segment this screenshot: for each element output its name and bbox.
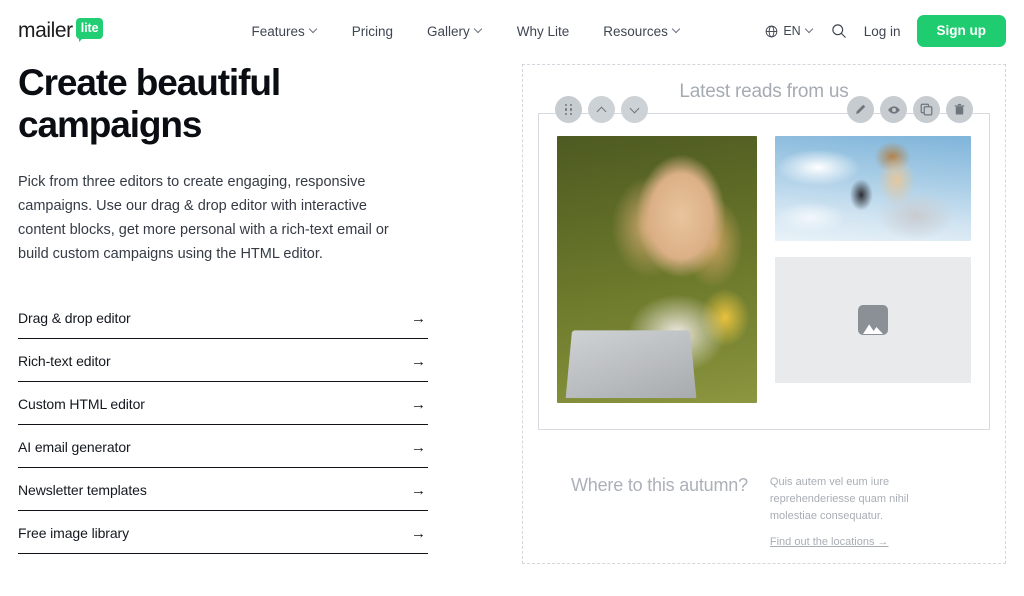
nav-label: Gallery <box>427 23 470 39</box>
block-toolbar-left <box>555 96 648 123</box>
brand-lite-badge: lite <box>75 18 104 41</box>
nav-label: Why Lite <box>516 23 570 39</box>
image-column-right <box>775 136 971 403</box>
image-icon <box>858 305 888 335</box>
editor-text-block[interactable]: Where to this autumn? Quis autem vel eum… <box>533 430 995 580</box>
hero-left-column: Create beautiful campaigns Pick from thr… <box>18 62 488 564</box>
dots-grid <box>564 103 573 116</box>
globe-icon <box>765 25 778 38</box>
arrow-right-icon: → <box>411 524 426 542</box>
nav-item-gallery[interactable]: Gallery <box>427 24 483 39</box>
drag-handle-icon[interactable] <box>555 96 582 123</box>
chevron-down-icon[interactable] <box>621 96 648 123</box>
link-label: Free image library <box>18 525 130 541</box>
nav-item-pricing[interactable]: Pricing <box>352 24 393 39</box>
chevron-up-icon[interactable] <box>588 96 615 123</box>
arrow-right-icon: → <box>411 438 426 456</box>
primary-navigation: Features Pricing Gallery Why Lite Resour… <box>251 24 680 39</box>
hero-section: Create beautiful campaigns Pick from thr… <box>0 62 1024 564</box>
text-block-link[interactable]: Find out the locations → <box>770 536 889 548</box>
image-column-left <box>557 136 757 403</box>
nav-label: Features <box>251 23 305 39</box>
arrow-right-icon: → <box>411 395 426 413</box>
brand-wordmark: mailer <box>18 19 73 42</box>
editor-canvas: Latest reads from us Where to this autum… <box>522 64 1006 564</box>
chevron-down-icon <box>475 25 483 33</box>
text-block-heading: Where to this autumn? <box>571 475 748 495</box>
link-label: Newsletter templates <box>18 482 147 498</box>
trash-icon[interactable] <box>946 96 973 123</box>
chevron-down-icon <box>806 25 814 33</box>
editor-image-block[interactable] <box>538 96 990 430</box>
language-switcher[interactable]: EN <box>765 24 813 38</box>
text-block-paragraph: Quis autem vel eum iure reprehenderiesse… <box>769 476 909 522</box>
list-item[interactable]: Custom HTML editor → <box>18 382 428 425</box>
site-header: mailer lite Features Pricing Gallery Why… <box>0 0 1024 62</box>
link-label: AI email generator <box>18 439 131 455</box>
feature-link-list: Drag & drop editor → Rich-text editor → … <box>18 296 428 554</box>
chevron-down-icon <box>310 25 318 33</box>
list-item[interactable]: Newsletter templates → <box>18 468 428 511</box>
nav-label: Pricing <box>351 23 393 39</box>
image-placeholder[interactable] <box>775 257 971 383</box>
arrow-right-icon: → <box>411 309 426 327</box>
search-icon[interactable] <box>830 22 848 40</box>
nav-item-why-lite[interactable]: Why Lite <box>517 24 570 39</box>
hero-paragraph: Pick from three editors to create engagi… <box>18 174 389 262</box>
list-item[interactable]: Drag & drop editor → <box>18 296 428 339</box>
link-label: Custom HTML editor <box>18 396 145 412</box>
list-item[interactable]: AI email generator → <box>18 425 428 468</box>
pencil-icon[interactable] <box>847 96 874 123</box>
header-actions: EN Log in Sign up <box>765 15 1006 47</box>
arrow-right-icon: → <box>411 352 426 370</box>
list-item[interactable]: Rich-text editor → <box>18 339 428 382</box>
signup-button[interactable]: Sign up <box>916 15 1006 47</box>
page-title: Create beautiful campaigns <box>18 62 281 145</box>
hero-right-column: Latest reads from us Where to this autum… <box>488 62 1006 564</box>
list-item[interactable]: Free image library → <box>18 511 428 554</box>
language-code: EN <box>783 24 801 38</box>
eye-icon[interactable] <box>880 96 907 123</box>
nav-item-features[interactable]: Features <box>251 24 317 39</box>
nav-label: Resources <box>603 23 668 39</box>
brand-logo[interactable]: mailer lite <box>18 18 104 43</box>
chevron-down-icon <box>673 25 681 33</box>
photo-man-phone[interactable] <box>775 136 971 241</box>
photo-woman-laptop[interactable] <box>557 136 757 403</box>
login-link[interactable]: Log in <box>864 24 901 39</box>
text-block-body: Quis autem vel eum iure reprehenderiesse… <box>770 472 957 550</box>
block-toolbar-right <box>847 96 973 123</box>
nav-item-resources[interactable]: Resources <box>603 24 681 39</box>
image-grid <box>557 136 971 403</box>
arrow-right-icon: → <box>411 481 426 499</box>
link-label: Rich-text editor <box>18 353 111 369</box>
link-label: Drag & drop editor <box>18 310 131 326</box>
duplicate-icon[interactable] <box>913 96 940 123</box>
